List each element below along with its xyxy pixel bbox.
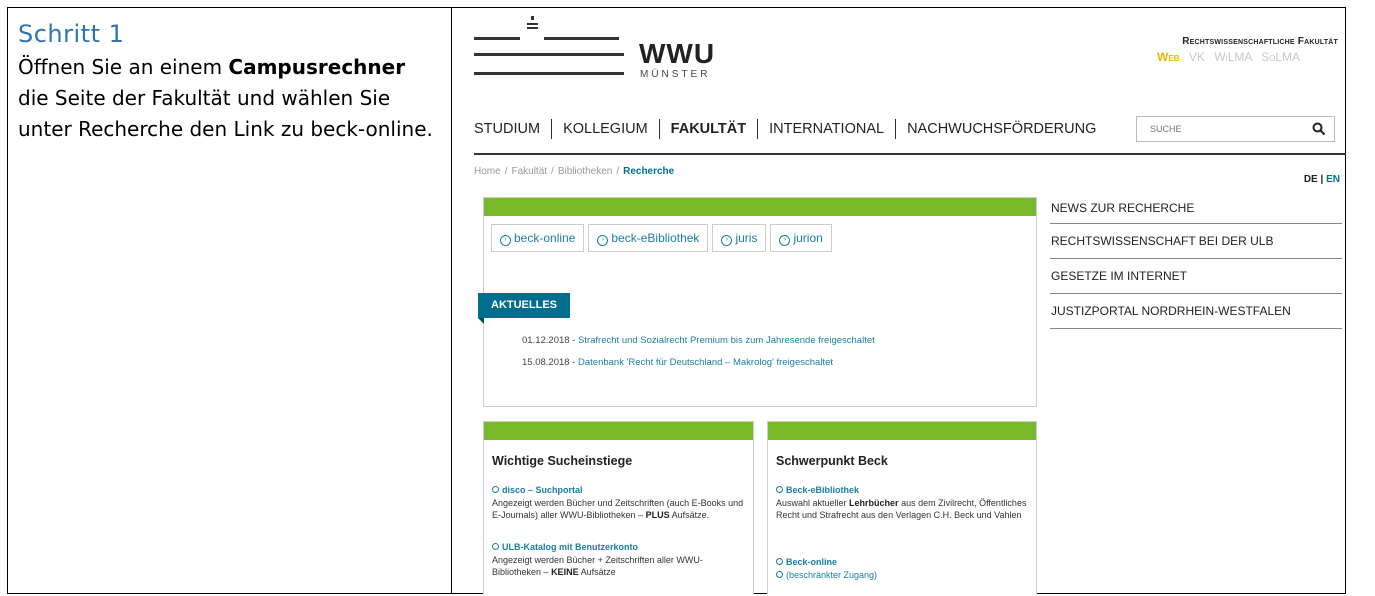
sidebar-item-ulb[interactable]: RECHTSWISSENSCHAFT BEI DER ULB <box>1050 224 1342 259</box>
link-label: beck-eBibliothek <box>611 231 700 245</box>
circle-arrow-icon: › <box>779 235 791 246</box>
nav-item-nachwuchsfoerderung[interactable]: NACHWUCHSFÖRDERUNG <box>896 119 1107 139</box>
link-jurion[interactable]: › jurion <box>770 224 832 252</box>
disco-link[interactable]: disco – Suchportal <box>502 485 583 495</box>
beck-ebibliothek-link[interactable]: Beck-eBibliothek <box>786 485 859 495</box>
search-input[interactable] <box>1137 117 1297 141</box>
nav-item-fakultaet[interactable]: FAKULTÄT <box>660 119 759 139</box>
search-icon[interactable] <box>1312 122 1326 136</box>
entry-bold: Lehrbücher <box>849 497 899 508</box>
box-title: Wichtige Sucheinstiege <box>492 454 633 468</box>
entry-disco: disco – Suchportal Angezeigt werden Büch… <box>492 484 746 522</box>
link-beck-ebibliothek[interactable]: › beck-eBibliothek <box>588 224 709 252</box>
link-beck-online[interactable]: › beck-online <box>491 224 585 252</box>
beck-online-link[interactable]: Beck-online <box>786 557 837 567</box>
logo-subtext: MÜNSTER <box>640 69 711 80</box>
sucheinstiege-box: Wichtige Sucheinstiege disco – Suchporta… <box>483 421 754 594</box>
link-juris[interactable]: › juris <box>712 224 767 252</box>
nav-divider <box>474 153 1346 155</box>
faculty-link-solma[interactable]: SoLMA <box>1261 50 1300 64</box>
faculty-link-vk[interactable]: VK <box>1189 50 1205 64</box>
language-switch: DE | EN <box>1303 174 1340 185</box>
breadcrumb-fakultaet[interactable]: Fakultät <box>511 166 547 177</box>
lang-de[interactable]: DE <box>1304 174 1318 185</box>
entry-desc: Aufsätze <box>578 567 616 577</box>
step-text-part: Öffnen Sie an einem <box>18 55 229 79</box>
breadcrumb-bibliotheken[interactable]: Bibliotheken <box>558 166 612 177</box>
green-bar <box>768 422 1036 440</box>
wwu-logo[interactable]: WWU MÜNSTER <box>474 16 714 86</box>
instruction-cell: Schritt 1 Öffnen Sie an einem Campusrech… <box>18 20 438 145</box>
recherche-box: › beck-online › beck-eBibliothek › juris › j… <box>478 197 1037 407</box>
entry-desc: Aufsätze. <box>669 510 710 520</box>
step-text-bold: Campusrechner <box>228 55 406 79</box>
green-bar <box>484 198 1036 216</box>
faculty-link-wilma[interactable]: WiLMA <box>1214 50 1252 64</box>
entry-bold: KEINE <box>551 567 579 577</box>
document-table: Schritt 1 Öffnen Sie an einem Campusrech… <box>7 7 1346 594</box>
breadcrumb: Home / Fakultät / Bibliotheken / Recherche <box>474 166 675 177</box>
circle-arrow-icon <box>492 486 499 493</box>
logo-mark-icon <box>474 16 624 75</box>
news-link[interactable]: Datenbank 'Recht für Deutschland – Makro… <box>578 357 833 368</box>
nav-item-kollegium[interactable]: KOLLEGIUM <box>552 119 660 139</box>
news-date: 15.08.2018 - <box>522 357 578 368</box>
circle-arrow-icon: › <box>597 235 609 246</box>
circle-arrow-icon <box>776 558 783 565</box>
link-label: jurion <box>793 231 823 245</box>
breadcrumb-current: Recherche <box>623 166 675 177</box>
nav-item-studium[interactable]: STUDIUM <box>474 119 553 139</box>
entry-ulb: ULB-Katalog mit Benutzerkonto Angezeigt … <box>492 541 746 579</box>
sidebar-item-justizportal[interactable]: JUSTIZPORTAL NORDRHEIN-WESTFALEN <box>1050 294 1342 329</box>
entry-desc: Auswahl aktueller <box>776 497 850 508</box>
database-links: › beck-online › beck-eBibliothek › juris › j… <box>491 224 832 252</box>
entry-beck-ebibliothek: Beck-eBibliothek Auswahl aktueller Lehrb… <box>776 484 1030 522</box>
faculty-link-web[interactable]: Web <box>1157 50 1179 64</box>
entry-bold: PLUS <box>645 510 670 520</box>
step-text-part: die Seite der Fakultät und wählen Sie un… <box>18 86 433 141</box>
logo-text: WWU <box>639 38 716 69</box>
faculty-name[interactable]: Rechtswissenschaftliche Fakultät <box>1182 36 1338 47</box>
aktuelles-label: AKTUELLES <box>478 293 570 324</box>
step-title: Schritt 1 <box>18 20 125 48</box>
search-box <box>1136 116 1335 142</box>
circle-arrow-icon: › <box>500 235 511 246</box>
main-nav: STUDIUM KOLLEGIUM FAKULTÄT INTERNATIONAL… <box>474 119 1107 139</box>
circle-arrow-icon <box>776 486 783 493</box>
news-date: 01.12.2018 - <box>522 335 578 346</box>
beck-online-sub-link[interactable]: (beschränkter Zugang) <box>786 570 877 580</box>
circle-arrow-icon <box>776 570 783 578</box>
news-item: 01.12.2018 - Strafrecht und Sozialrecht … <box>522 335 875 346</box>
nav-item-international[interactable]: INTERNATIONAL <box>758 119 897 139</box>
ulb-link[interactable]: ULB-Katalog mit Benutzerkonto <box>502 542 638 552</box>
link-label: beck-online <box>514 231 576 245</box>
circle-arrow-icon <box>492 543 499 550</box>
sidebar-item-news[interactable]: NEWS ZUR RECHERCHE <box>1050 192 1342 224</box>
sidebar: NEWS ZUR RECHERCHE RECHTSWISSENSCHAFT BE… <box>1050 192 1342 329</box>
news-item: 15.08.2018 - Datenbank 'Recht für Deutsc… <box>522 357 833 368</box>
circle-arrow-icon: › <box>721 235 733 246</box>
cell-divider <box>451 8 452 593</box>
breadcrumb-home[interactable]: Home <box>474 166 501 177</box>
lang-en[interactable]: EN <box>1326 174 1340 185</box>
link-label: juris <box>735 231 758 245</box>
entry-beck-online: Beck-online (beschränkter Zugang) <box>776 556 1030 581</box>
website-screenshot: WWU MÜNSTER Rechtswissenschaftliche Faku… <box>460 8 1346 594</box>
news-link[interactable]: Strafrecht und Sozialrecht Premium bis z… <box>578 335 875 346</box>
step-text: Öffnen Sie an einem Campusrechner die Se… <box>18 52 438 145</box>
box-title: Schwerpunkt Beck <box>776 454 888 468</box>
sidebar-item-gesetze[interactable]: GESETZE IM INTERNET <box>1050 259 1342 294</box>
schwerpunkt-beck-box: Schwerpunkt Beck Beck-eBibliothek Auswah… <box>767 421 1037 594</box>
green-bar <box>484 422 753 440</box>
faculty-links: Web VK WiLMA SoLMA <box>1151 50 1300 64</box>
